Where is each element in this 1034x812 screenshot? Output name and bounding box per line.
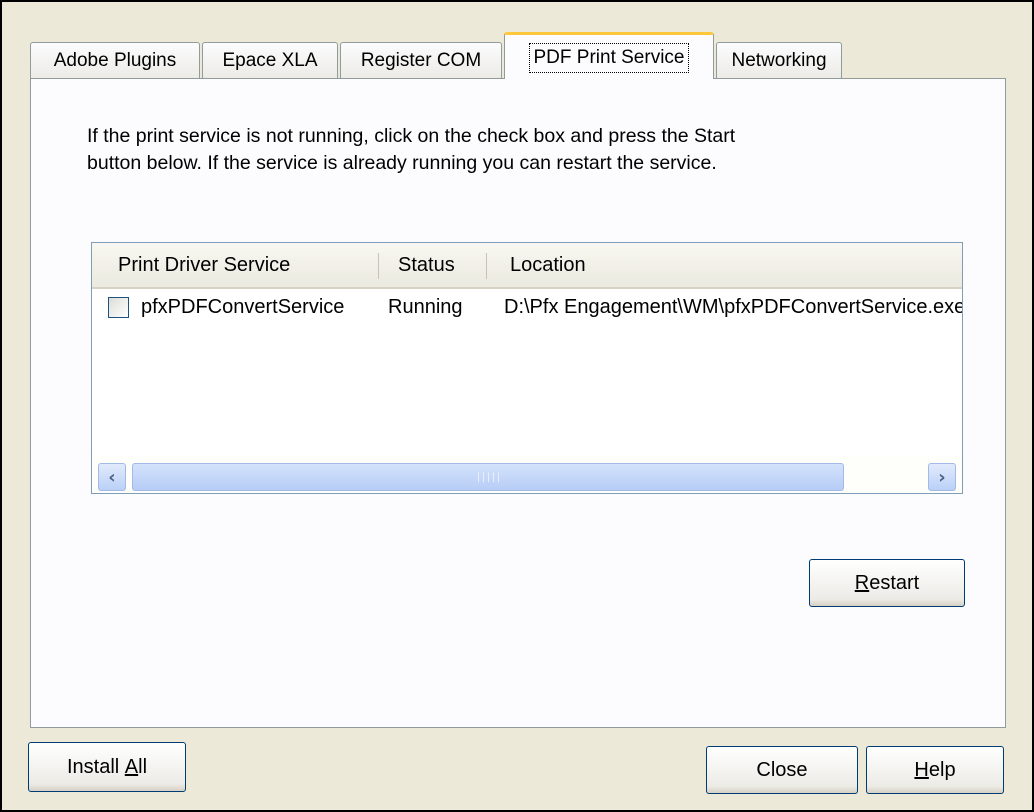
instructions-line: If the print service is not running, cli… xyxy=(87,125,736,147)
column-header-print-driver-service[interactable]: Print Driver Service xyxy=(118,243,290,287)
button-label-suffix: estart xyxy=(869,571,920,594)
button-label-mnemonic: R xyxy=(854,571,870,594)
column-separator[interactable] xyxy=(378,253,379,279)
cell-location: D:\Pfx Engagement\WM\pfxPDFConvertServic… xyxy=(504,296,962,318)
scroll-right-arrow-icon[interactable]: › xyxy=(928,463,956,491)
tab-page-pdf-print-service: If the print service is not running, cli… xyxy=(30,78,1006,728)
list-body: pfxPDFConvertService Running D:\Pfx Enga… xyxy=(92,289,962,439)
tab-pdf-print-service[interactable]: PDF Print Service xyxy=(504,32,714,79)
button-label: Close xyxy=(756,758,808,781)
tab-register-com[interactable]: Register COM xyxy=(340,42,502,78)
scroll-left-arrow-icon[interactable]: ‹ xyxy=(98,463,126,491)
print-driver-service-list[interactable]: Print Driver Service Status Location pfx… xyxy=(91,242,963,494)
service-checkbox[interactable] xyxy=(108,297,129,318)
tab-epace-xla[interactable]: Epace XLA xyxy=(202,42,338,78)
button-label-prefix: Install xyxy=(66,755,125,778)
button-label-suffix: ll xyxy=(138,755,148,778)
tab-label: Adobe Plugins xyxy=(53,49,177,71)
horizontal-scrollbar[interactable]: ‹ ||||| › xyxy=(92,455,962,493)
close-button[interactable]: Close xyxy=(706,746,858,794)
list-item[interactable]: pfxPDFConvertService Running D:\Pfx Enga… xyxy=(92,289,962,325)
scrollbar-grip-icon: ||||| xyxy=(475,471,501,483)
button-label-mnemonic: H xyxy=(914,758,929,781)
button-label-suffix: elp xyxy=(928,758,956,781)
tab-label: Epace XLA xyxy=(222,49,318,71)
column-separator[interactable] xyxy=(486,253,487,279)
help-button[interactable]: Help xyxy=(866,746,1004,794)
tab-label: Register COM xyxy=(360,49,482,71)
tab-bar: Adobe Plugins Epace XLA Register COM PDF… xyxy=(30,30,990,79)
restart-button[interactable]: Restart xyxy=(809,559,965,607)
column-header-location[interactable]: Location xyxy=(510,243,586,287)
tab-adobe-plugins[interactable]: Adobe Plugins xyxy=(30,42,200,78)
scrollbar-thumb[interactable]: ||||| xyxy=(132,463,844,491)
tab-label: PDF Print Service xyxy=(528,43,690,73)
tab-networking[interactable]: Networking xyxy=(716,42,842,78)
cell-status: Running xyxy=(388,296,463,318)
cell-service-name: pfxPDFConvertService xyxy=(141,296,345,318)
instructions-text: If the print service is not running, cli… xyxy=(87,123,907,177)
button-label-mnemonic: A xyxy=(124,755,139,778)
list-header: Print Driver Service Status Location xyxy=(92,243,962,289)
dialog-window: Adobe Plugins Epace XLA Register COM PDF… xyxy=(0,0,1034,812)
install-all-button[interactable]: Install All xyxy=(28,742,186,792)
tab-label: Networking xyxy=(731,49,827,71)
instructions-line: button below. If the service is already … xyxy=(87,152,717,174)
column-header-status[interactable]: Status xyxy=(398,243,455,287)
